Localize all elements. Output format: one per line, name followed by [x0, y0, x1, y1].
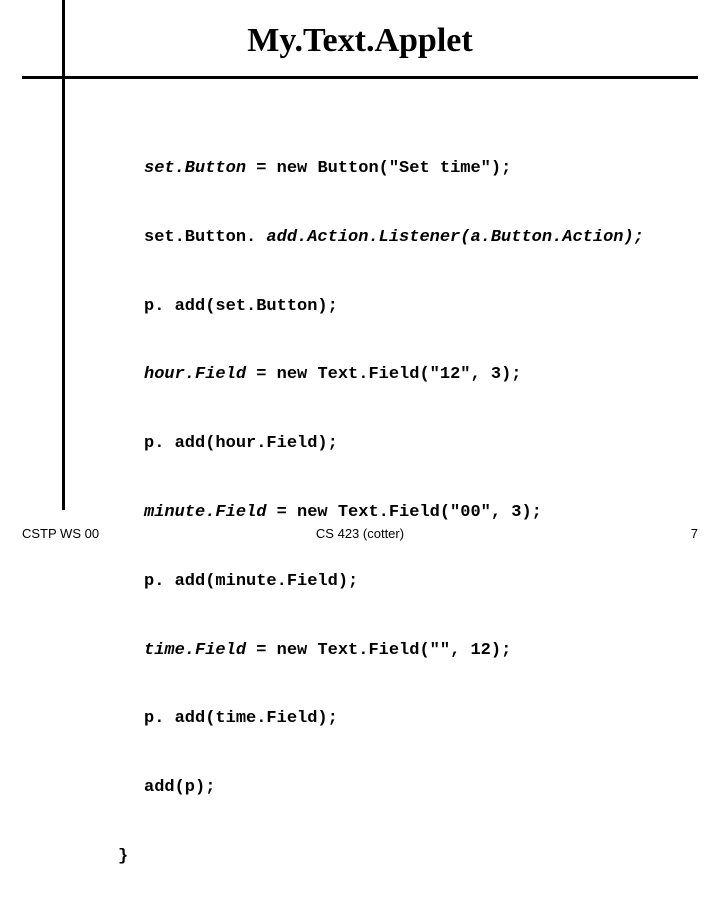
code-line: p. add(hour.Field);	[92, 433, 644, 456]
code-line: set.Button = new Button("Set time");	[92, 158, 644, 181]
code-line: p. add(time.Field);	[92, 708, 644, 731]
slide-title: My.Text.Applet	[0, 22, 720, 60]
title-underline	[22, 76, 698, 79]
code-block: set.Button = new Button("Set time"); set…	[92, 112, 644, 915]
footer-center: CS 423 (cotter)	[0, 526, 720, 541]
code-line: set.Button. add.Action.Listener(a.Button…	[92, 227, 644, 250]
code-line: p. add(set.Button);	[92, 296, 644, 319]
code-line: time.Field = new Text.Field("", 12);	[92, 640, 644, 663]
code-line: add(p);	[92, 777, 644, 800]
slide: My.Text.Applet set.Button = new Button("…	[0, 0, 720, 540]
code-line: minute.Field = new Text.Field("00", 3);	[92, 502, 644, 525]
page-number: 7	[691, 526, 698, 541]
code-close-brace: }	[118, 846, 644, 869]
code-line: p. add(minute.Field);	[92, 571, 644, 594]
left-rule	[62, 0, 65, 510]
code-line: hour.Field = new Text.Field("12", 3);	[92, 364, 644, 387]
